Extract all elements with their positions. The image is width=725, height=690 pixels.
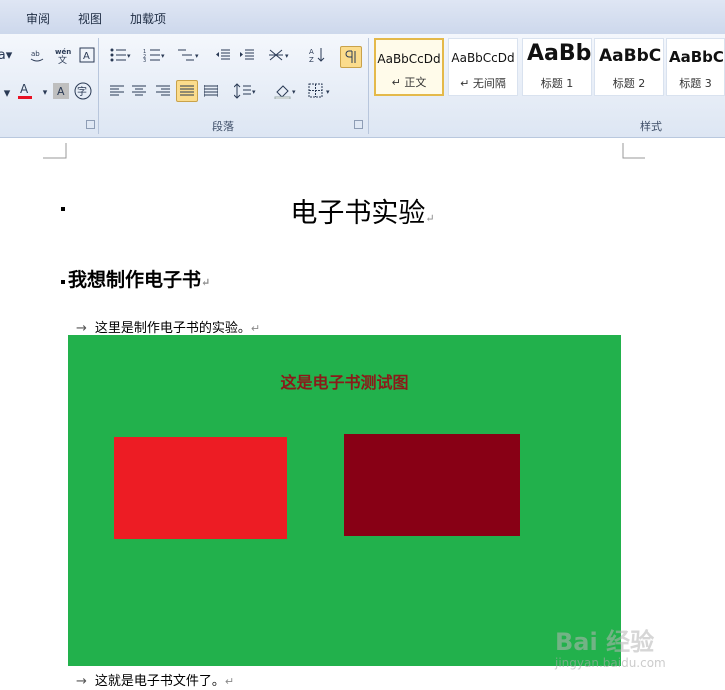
- justify-icon[interactable]: [176, 80, 198, 102]
- svg-text:▾: ▾: [252, 88, 256, 96]
- decrease-indent-icon[interactable]: [212, 44, 234, 66]
- svg-text:▾: ▾: [161, 52, 165, 60]
- group-separator: [368, 38, 369, 134]
- ribbon-tab-bar: 审阅 视图 加载项: [0, 0, 725, 34]
- svg-text:文: 文: [58, 54, 67, 64]
- dark-red-rectangle: [344, 434, 520, 536]
- heading-text: 我想制作电子书: [68, 269, 202, 291]
- paragraph-mark: ↵: [201, 276, 211, 289]
- svg-text:A: A: [20, 82, 29, 96]
- paragraph-bullet-mark: [61, 280, 65, 284]
- red-rectangle: [114, 437, 287, 539]
- align-left-icon[interactable]: [106, 80, 128, 102]
- paragraph-mark: ↵: [250, 322, 261, 335]
- paragraph-mark: ↵: [425, 212, 435, 225]
- svg-text:A: A: [83, 51, 90, 62]
- style-normal[interactable]: AaBbCcDd ↵ 正文: [374, 38, 444, 96]
- tab-review[interactable]: 审阅: [26, 10, 50, 27]
- style-heading-3[interactable]: AaBbC 标题 3: [666, 38, 725, 96]
- group-separator: [98, 38, 99, 134]
- paragraph-mark: ↵: [224, 675, 235, 688]
- body-line-2[interactable]: → 这就是电子书文件了。↵: [76, 670, 234, 689]
- document-title[interactable]: 电子书实验↵: [0, 191, 725, 230]
- tab-view[interactable]: 视图: [78, 10, 102, 27]
- svg-text:A: A: [57, 85, 65, 98]
- tab-arrow-icon: →: [76, 674, 87, 689]
- character-shading-icon[interactable]: A: [50, 80, 72, 102]
- heading-1[interactable]: 我想制作电子书↵: [68, 265, 210, 292]
- bullets-icon[interactable]: ▾: [106, 44, 136, 66]
- paragraph-group-label: 段落: [212, 120, 234, 133]
- style-sample: AaBbCcDd: [377, 52, 441, 66]
- ribbon: a ▾ ab wén 文 A ▾ A ▾ A 字 ▾ 1 2 3 ▾ ▾ ▾ A…: [0, 34, 725, 138]
- body-text: 这就是电子书文件了。: [94, 674, 225, 689]
- style-heading-1[interactable]: AaBb 标题 1: [522, 38, 592, 96]
- svg-text:3: 3: [143, 58, 146, 62]
- style-heading-2[interactable]: AaBbC 标题 2: [594, 38, 664, 96]
- style-sample: AaBbCcDd: [451, 51, 515, 65]
- align-right-icon[interactable]: [152, 80, 174, 102]
- increase-indent-icon[interactable]: [236, 44, 258, 66]
- svg-text:ab: ab: [31, 50, 40, 58]
- line-spacing-icon[interactable]: ▾: [232, 80, 260, 102]
- svg-text:▾: ▾: [195, 52, 199, 60]
- align-center-icon[interactable]: [128, 80, 150, 102]
- svg-text:wén: wén: [55, 48, 71, 56]
- enclose-characters-icon[interactable]: 字: [72, 80, 94, 102]
- styles-group-label: 样式: [640, 120, 662, 133]
- svg-text:字: 字: [77, 85, 87, 98]
- style-no-spacing[interactable]: AaBbCcDd ↵ 无间隔: [448, 38, 518, 96]
- numbering-icon[interactable]: 1 2 3 ▾: [140, 44, 170, 66]
- svg-text:▾: ▾: [127, 52, 131, 60]
- font-dialog-launcher-icon[interactable]: [86, 120, 95, 129]
- style-sample: AaBbC: [669, 48, 724, 66]
- asian-layout-icon[interactable]: ▾: [266, 44, 294, 66]
- change-case-icon[interactable]: wén 文: [52, 44, 74, 66]
- svg-text:Z: Z: [309, 56, 314, 64]
- title-text: 电子书实验: [290, 198, 426, 229]
- svg-text:▾: ▾: [285, 52, 289, 60]
- svg-text:A: A: [309, 48, 314, 56]
- sort-icon[interactable]: AZ: [306, 44, 328, 66]
- multilevel-list-icon[interactable]: ▾: [174, 44, 204, 66]
- styles-gallery: AaBbCcDd ↵ 正文 AaBbCcDd ↵ 无间隔 AaBb 标题 1 A…: [372, 38, 725, 98]
- style-name: ↵ 无间隔: [460, 77, 506, 90]
- character-border-icon[interactable]: A: [76, 44, 98, 66]
- style-name: 标题 2: [612, 77, 646, 90]
- document-page[interactable]: 电子书实验↵ 我想制作电子书↵ → 这里是制作电子书的实验。↵ 这是电子书测试图 …: [0, 139, 725, 690]
- svg-text:▾: ▾: [292, 88, 296, 96]
- svg-text:▾: ▾: [326, 88, 330, 96]
- test-image[interactable]: 这是电子书测试图: [68, 335, 621, 666]
- shading-icon[interactable]: ▾: [272, 80, 300, 102]
- borders-icon[interactable]: ▾: [306, 80, 334, 102]
- font-size-dropdown[interactable]: a ▾: [0, 44, 16, 66]
- font-color-icon[interactable]: A: [14, 80, 36, 102]
- phonetic-guide-icon[interactable]: ab: [26, 44, 48, 66]
- style-name: ↵ 正文: [391, 76, 427, 89]
- word-window: 审阅 视图 加载项 a ▾ ab wén 文 A ▾ A ▾ A 字 ▾ 1 2…: [0, 0, 725, 690]
- style-sample: AaBb: [527, 41, 592, 66]
- tab-arrow-icon: →: [76, 321, 87, 336]
- paragraph-dialog-launcher-icon[interactable]: [354, 120, 363, 129]
- margin-corner-mark: [43, 143, 67, 159]
- body-line-1[interactable]: → 这里是制作电子书的实验。↵: [76, 317, 260, 336]
- tab-addins[interactable]: 加载项: [130, 10, 166, 27]
- style-name: 标题 3: [679, 77, 712, 90]
- body-text: 这里是制作电子书的实验。: [94, 321, 251, 336]
- style-name: 标题 1: [540, 77, 574, 90]
- distributed-icon[interactable]: [200, 80, 222, 102]
- show-formatting-marks-icon[interactable]: [340, 46, 362, 68]
- style-sample: AaBbC: [599, 46, 662, 66]
- image-title-text: 这是电子书测试图: [280, 373, 409, 392]
- margin-corner-mark: [622, 143, 645, 159]
